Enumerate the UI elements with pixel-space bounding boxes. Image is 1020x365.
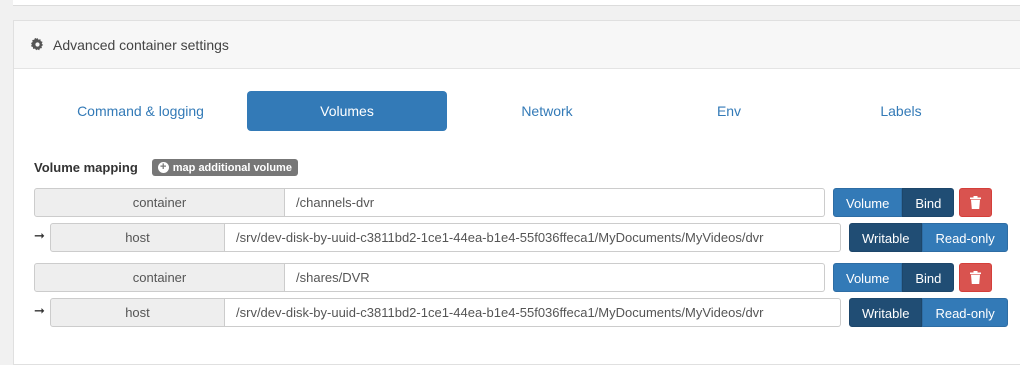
settings-tabs: Command & logging Volumes Network Env La…	[14, 91, 1020, 131]
mode-read-only-button[interactable]: Read-only	[922, 298, 1008, 327]
mode-read-only-button[interactable]: Read-only	[922, 223, 1008, 252]
mapping-1-container-row: container /channels-dvr Volume Bind	[34, 188, 1014, 218]
mode-writable-button[interactable]: Writable	[849, 298, 923, 327]
panel-header: Advanced container settings	[14, 21, 1020, 69]
plus-circle-icon: +	[157, 162, 169, 173]
gear-icon	[31, 38, 44, 51]
advanced-settings-panel: Advanced container settings Command & lo…	[13, 20, 1020, 365]
tab-env[interactable]: Env	[647, 91, 811, 131]
remove-mapping-button[interactable]	[959, 188, 992, 217]
arrow-right-icon: ➞	[34, 303, 45, 318]
host-label: host	[50, 223, 225, 252]
container-path-input[interactable]: /shares/DVR	[285, 263, 825, 292]
volume-mapping-header: Volume mapping + map additional volume	[34, 159, 298, 176]
mode-writable-button[interactable]: Writable	[849, 223, 923, 252]
panel-title: Advanced container settings	[53, 36, 229, 53]
volume-type-volume-button[interactable]: Volume	[833, 263, 903, 292]
container-label: container	[34, 188, 285, 217]
tab-command-logging[interactable]: Command & logging	[14, 91, 267, 131]
trash-icon	[970, 271, 981, 284]
map-additional-volume-label: map additional volume	[172, 161, 292, 174]
tab-labels[interactable]: Labels	[811, 91, 991, 131]
remove-mapping-button[interactable]	[959, 263, 992, 292]
volume-type-toggle: Volume Bind	[833, 188, 955, 217]
volume-mapping-title: Volume mapping	[34, 160, 138, 175]
trash-icon	[970, 196, 981, 209]
volume-type-toggle: Volume Bind	[833, 263, 955, 292]
previous-panel-edge	[13, 0, 1020, 6]
mapping-2-host-row: ➞ host /srv/dev-disk-by-uuid-c3811bd2-1c…	[34, 298, 1014, 328]
tab-network[interactable]: Network	[447, 91, 647, 131]
volume-type-bind-button[interactable]: Bind	[902, 188, 955, 217]
mount-mode-toggle: Writable Read-only	[849, 298, 1008, 327]
mapping-1-host-row: ➞ host /srv/dev-disk-by-uuid-c3811bd2-1c…	[34, 223, 1014, 253]
host-path-input[interactable]: /srv/dev-disk-by-uuid-c3811bd2-1ce1-44ea…	[225, 223, 841, 252]
host-path-input[interactable]: /srv/dev-disk-by-uuid-c3811bd2-1ce1-44ea…	[225, 298, 841, 327]
volume-type-bind-button[interactable]: Bind	[902, 263, 955, 292]
mapping-2-container-row: container /shares/DVR Volume Bind	[34, 263, 1014, 293]
mount-mode-toggle: Writable Read-only	[849, 223, 1008, 252]
volume-type-volume-button[interactable]: Volume	[833, 188, 903, 217]
arrow-right-icon: ➞	[34, 228, 45, 243]
host-label: host	[50, 298, 225, 327]
map-additional-volume-button[interactable]: + map additional volume	[151, 159, 298, 176]
container-label: container	[34, 263, 285, 292]
container-path-input[interactable]: /channels-dvr	[285, 188, 825, 217]
tab-volumes[interactable]: Volumes	[247, 91, 447, 131]
